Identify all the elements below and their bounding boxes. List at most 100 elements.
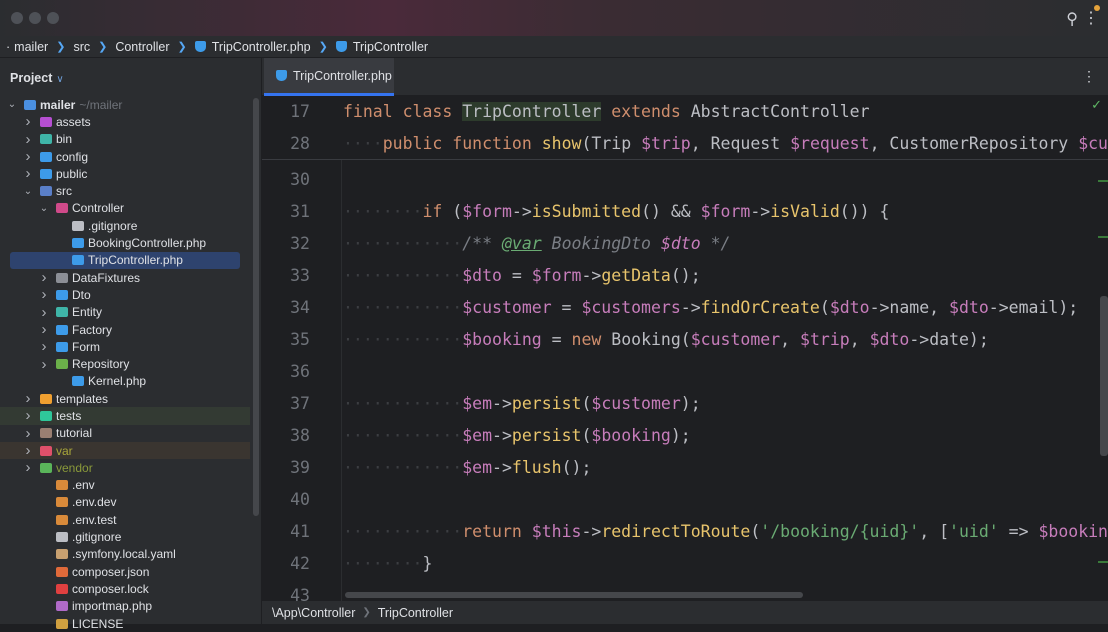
tree-item[interactable]: TripController.php <box>10 251 240 269</box>
tree-item[interactable]: › DataFixtures <box>0 269 250 286</box>
line-number: 43 <box>290 586 310 601</box>
tab-options-icon[interactable]: ⋮ <box>1082 68 1096 85</box>
tree-item[interactable]: Kernel.php <box>0 373 250 390</box>
close-window-button[interactable] <box>11 12 23 24</box>
breadcrumb-item[interactable]: src <box>73 40 90 54</box>
code-token: '/booking/{uid}' <box>760 522 920 541</box>
chevron-right-icon[interactable]: › <box>38 356 50 373</box>
project-view-selector[interactable]: Project ∨ <box>10 71 64 85</box>
class-crumb[interactable]: TripController <box>378 606 453 620</box>
tab-tripcontroller[interactable]: TripController.php <box>264 58 394 96</box>
code-token: , <box>780 330 801 349</box>
chevron-down-icon[interactable]: ⌄ <box>38 203 50 214</box>
tree-item[interactable]: ⌄ Controller <box>0 200 250 217</box>
code-line[interactable]: ············$em->persist($customer); <box>343 394 701 413</box>
tree-item-label: .gitignore <box>88 218 138 233</box>
tree-item[interactable]: › vendor <box>0 459 250 476</box>
tree-item[interactable]: › Dto <box>0 286 250 303</box>
file-icon <box>56 514 68 525</box>
tree-item[interactable]: .env.dev <box>0 494 250 511</box>
chevron-right-icon[interactable]: › <box>38 321 50 338</box>
tree-item[interactable]: LICENSE <box>0 615 250 632</box>
code-token: ( <box>581 394 592 413</box>
tree-item[interactable]: .gitignore <box>0 217 250 234</box>
tree-item[interactable]: ⌄ mailer ~/mailer <box>0 96 250 113</box>
no-problems-check-icon[interactable]: ✓ <box>1091 98 1102 113</box>
file-icon <box>72 238 84 249</box>
breadcrumb-item[interactable]: Controller <box>115 40 169 54</box>
tree-item[interactable]: › Factory <box>0 321 250 338</box>
code-editor[interactable]: 17 final class TripController extends Abs… <box>262 96 1108 601</box>
chevron-right-icon[interactable]: › <box>38 338 50 355</box>
tree-item[interactable]: › tests <box>0 407 250 425</box>
namespace-crumb[interactable]: \App\Controller <box>272 606 355 620</box>
tree-item[interactable]: composer.json <box>0 563 250 580</box>
line-number: 37 <box>290 394 310 413</box>
chevron-right-icon[interactable]: › <box>22 113 34 130</box>
tree-item[interactable]: .symfony.local.yaml <box>0 546 250 563</box>
tree-item[interactable]: › public <box>0 165 250 182</box>
minimize-window-button[interactable] <box>29 12 41 24</box>
code-line[interactable]: ····public function show(Trip $trip, Req… <box>343 134 1108 153</box>
tree-item[interactable]: › tutorial <box>0 425 250 442</box>
code-line[interactable]: ········} <box>343 554 432 573</box>
chevron-right-icon[interactable]: › <box>22 407 34 424</box>
code-line[interactable]: ············$booking = new Booking($cust… <box>343 330 989 349</box>
vertical-scrollbar[interactable] <box>1100 296 1108 456</box>
tree-item[interactable]: › templates <box>0 390 250 407</box>
horizontal-scrollbar[interactable] <box>345 592 803 598</box>
code-line[interactable]: ············$dto = $form->getData(); <box>343 266 701 285</box>
tree-item[interactable]: .env <box>0 477 250 494</box>
code-token: ( <box>452 202 463 221</box>
sidebar-scrollbar[interactable] <box>253 98 259 516</box>
chevron-right-icon[interactable]: › <box>22 425 34 442</box>
tree-item[interactable]: .gitignore <box>0 528 250 545</box>
tree-item[interactable]: importmap.php <box>0 598 250 615</box>
breadcrumb-item[interactable]: mailer <box>14 40 48 54</box>
code-line[interactable]: ············/** @var BookingDto $dto */ <box>343 234 731 253</box>
code-line[interactable]: ············return $this->redirectToRout… <box>343 522 1108 541</box>
tree-item[interactable]: ⌄ src <box>0 182 250 199</box>
code-line[interactable]: ········if ($form->isSubmitted() && $for… <box>343 202 889 221</box>
code-line[interactable]: final class TripController extends Abstr… <box>343 102 870 121</box>
chevron-right-icon[interactable]: › <box>38 304 50 321</box>
sticky-lines: 17 final class TripController extends Abs… <box>262 96 1108 160</box>
chevron-right-icon[interactable]: › <box>22 148 34 165</box>
code-token: , [ <box>919 522 950 541</box>
tree-item[interactable]: composer.lock <box>0 580 250 597</box>
tree-item[interactable]: › bin <box>0 131 250 148</box>
file-icon <box>56 480 68 491</box>
chevron-right-icon[interactable]: › <box>22 131 34 148</box>
tree-item[interactable]: › Repository <box>0 355 250 373</box>
code-token: -> <box>492 426 512 445</box>
maximize-window-button[interactable] <box>47 12 59 24</box>
more-icon[interactable]: ⋮ <box>1083 8 1099 28</box>
tree-item[interactable]: BookingController.php <box>0 234 250 251</box>
chevron-right-icon[interactable]: › <box>38 269 50 286</box>
tree-item-path: ~/mailer <box>79 97 123 112</box>
chevron-right-icon[interactable]: › <box>22 390 34 407</box>
tree-item[interactable]: › assets <box>0 113 250 130</box>
tree-item-label: Controller <box>72 201 125 216</box>
tree-item[interactable]: › var <box>0 441 250 460</box>
code-line[interactable]: ············$em->flush(); <box>343 458 591 477</box>
search-icon[interactable]: ⚲ <box>1066 9 1078 29</box>
breadcrumb-item[interactable]: TripController <box>353 40 428 54</box>
chevron-down-icon[interactable]: ⌄ <box>22 186 34 197</box>
code-line[interactable]: ············$em->persist($booking); <box>343 426 691 445</box>
chevron-right-icon[interactable]: › <box>38 286 50 303</box>
tree-item[interactable]: › config <box>0 148 250 165</box>
code-token: new <box>571 330 612 349</box>
breadcrumb-item[interactable]: TripController.php <box>212 40 311 54</box>
tree-item-label: bin <box>56 132 73 147</box>
tree-item-label: tutorial <box>56 426 93 441</box>
code-line[interactable]: ············$customer = $customers->find… <box>343 298 1078 317</box>
tree-item[interactable]: .env.test <box>0 511 250 528</box>
tree-item[interactable]: › Entity <box>0 304 250 321</box>
chevron-down-icon[interactable]: ⌄ <box>6 99 18 110</box>
chevron-right-icon[interactable]: › <box>22 459 34 476</box>
chevron-right-icon[interactable]: › <box>22 442 34 459</box>
tree-item[interactable]: › Form <box>0 338 250 355</box>
chevron-right-icon[interactable]: › <box>22 165 34 182</box>
code-token: redirectToRoute <box>601 522 751 541</box>
